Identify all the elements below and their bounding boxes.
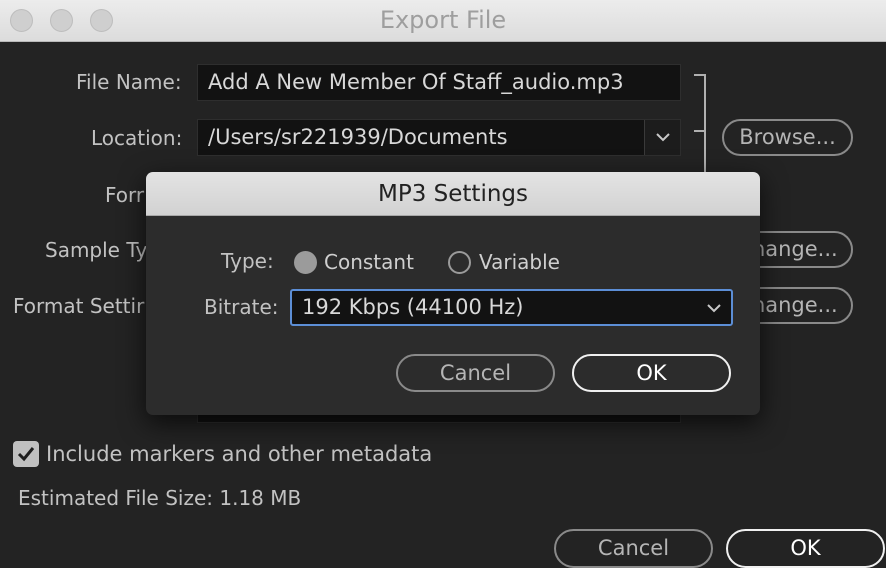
include-markers-checkbox[interactable] <box>13 441 39 467</box>
window-title: Export File <box>379 6 507 34</box>
link-bracket <box>694 74 706 176</box>
dialog-cancel-button[interactable]: Cancel <box>396 354 555 392</box>
dialog-title: MP3 Settings <box>146 172 760 216</box>
checkmark-icon <box>17 447 35 462</box>
bitrate-dropdown[interactable]: 192 Kbps (44100 Hz) <box>290 289 733 326</box>
chevron-down-icon <box>707 304 721 313</box>
browse-button[interactable]: Browse... <box>722 119 853 156</box>
estimated-file-size: Estimated File Size: 1.18 MB <box>18 486 302 510</box>
type-label: Type: <box>221 249 274 273</box>
link-bracket-tick <box>694 130 704 132</box>
sample-type-label: Sample Ty <box>45 238 148 262</box>
location-dropdown[interactable]: /Users/sr221939/Documents <box>197 119 681 156</box>
constant-radio-label[interactable]: Constant <box>324 250 414 274</box>
file-name-field[interactable]: Add A New Member Of Staff_audio.mp3 <box>197 64 681 101</box>
title-bar: Export File <box>0 0 886 42</box>
constant-radio[interactable] <box>294 251 317 274</box>
location-label: Location: <box>91 126 183 150</box>
dialog-ok-button[interactable]: OK <box>572 354 731 392</box>
variable-radio-label[interactable]: Variable <box>479 250 560 274</box>
location-value: /Users/sr221939/Documents <box>208 125 508 149</box>
ok-button[interactable]: OK <box>726 529 885 568</box>
chevron-down-icon <box>656 133 670 142</box>
format-settings-label: Format Settir <box>13 294 145 318</box>
bitrate-label: Bitrate: <box>204 295 279 319</box>
bitrate-value: 192 Kbps (44100 Hz) <box>302 295 524 319</box>
variable-radio[interactable] <box>448 251 471 274</box>
file-name-label: File Name: <box>76 70 182 94</box>
format-label: Forr <box>105 183 145 207</box>
cancel-button[interactable]: Cancel <box>554 529 713 568</box>
include-markers-label: Include markers and other metadata <box>46 442 433 466</box>
mp3-settings-dialog: MP3 Settings Type: Constant Variable Bit… <box>146 172 760 415</box>
location-dropdown-button[interactable] <box>644 120 680 155</box>
